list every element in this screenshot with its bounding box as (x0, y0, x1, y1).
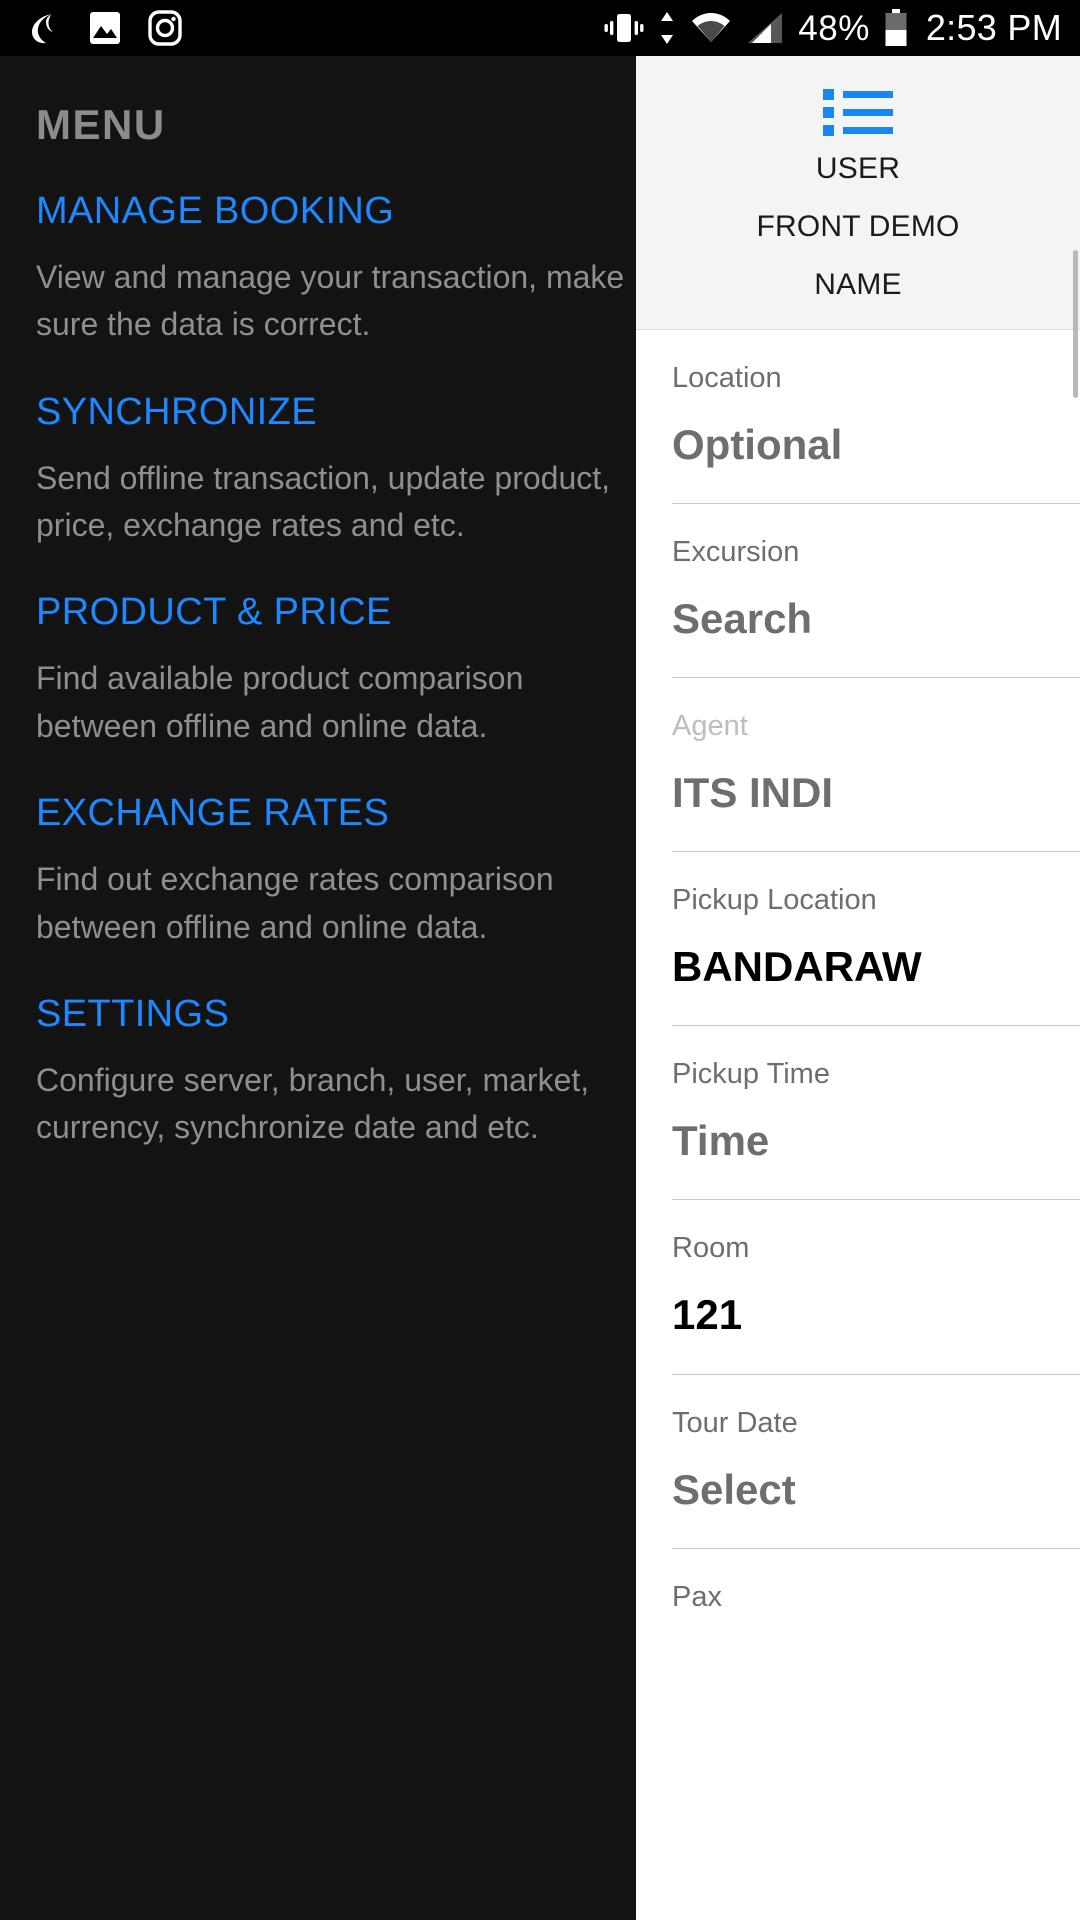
form-field-pickup-time[interactable]: Pickup Time Time (672, 1026, 1080, 1201)
field-label: Excursion (672, 536, 800, 569)
menu-item-synchronize[interactable]: SYNCHRONIZE Send offline transaction, up… (36, 393, 636, 550)
status-bar-clock: 2:53 PM (925, 7, 1062, 48)
menu-item-description: View and manage your transaction, make s… (36, 259, 625, 343)
menu-item-exchange-rates[interactable]: EXCHANGE RATES Find out exchange rates c… (36, 794, 636, 951)
booking-form-panel: USER FRONT DEMO NAME Location Optional E… (636, 56, 1080, 1920)
menu-item-description: Send offline transaction, update product… (36, 459, 611, 544)
drawer-menu-list: MANAGE BOOKING View and manage your tran… (0, 192, 636, 1152)
drawer-title: MENU (36, 101, 166, 148)
form-field-tour-date[interactable]: Tour Date Select (672, 1375, 1080, 1549)
form-field-excursion[interactable]: Excursion Search (672, 504, 1080, 679)
menu-item-label: SYNCHRONIZE (36, 390, 317, 433)
header-line-user: USER (815, 152, 901, 185)
field-value[interactable]: Select (672, 1467, 1080, 1512)
menu-item-label: EXCHANGE RATES (36, 792, 390, 835)
form-field-pickup-location[interactable]: Pickup Location BANDARAW (672, 852, 1080, 1027)
cellular-signal-icon (748, 13, 783, 43)
form-field-pax[interactable]: Pax (672, 1549, 1080, 1612)
field-value[interactable]: Time (672, 1119, 1080, 1163)
field-value[interactable]: Search (672, 596, 1080, 641)
menu-item-manage-booking[interactable]: MANAGE BOOKING View and manage your tran… (36, 192, 636, 349)
form-field-list: Location Optional Excursion Search Agent… (636, 330, 1080, 1612)
data-transfer-icon (661, 12, 674, 44)
battery-icon (885, 9, 907, 46)
header-line-front-demo: FRONT DEMO (756, 210, 960, 243)
menu-item-description: Find out exchange rates comparison betwe… (36, 861, 554, 945)
vertical-scrollbar[interactable] (1073, 250, 1078, 398)
field-label: Pickup Location (672, 884, 877, 917)
field-label: Pax (672, 1580, 722, 1613)
field-value[interactable]: Optional (672, 422, 1080, 467)
form-field-room[interactable]: Room 121 (672, 1200, 1080, 1375)
moon-crescent-icon (32, 14, 53, 44)
form-field-location[interactable]: Location Optional (672, 330, 1080, 505)
field-label: Location (672, 362, 782, 394)
battery-percent-label: 48% (798, 8, 870, 48)
form-field-agent[interactable]: Agent ITS INDI (672, 678, 1080, 853)
list-icon[interactable] (823, 89, 893, 136)
field-label: Pickup Time (672, 1058, 830, 1091)
status-bar: 48% 2:53 PM (0, 0, 1080, 56)
field-label: Tour Date (672, 1406, 798, 1439)
navigation-drawer: MENU MANAGE BOOKING View and manage your… (0, 56, 636, 1920)
panel-header: USER FRONT DEMO NAME (636, 56, 1080, 398)
field-value[interactable]: BANDARAW (672, 945, 1080, 989)
status-bar-notification-icons (26, 10, 182, 46)
menu-item-description: Find available product comparison betwee… (36, 660, 524, 744)
field-label: Agent (672, 710, 748, 743)
status-bar-system-icons: 48% 2:53 PM (604, 9, 1062, 47)
menu-item-product-and-price[interactable]: PRODUCT & PRICE Find available product c… (36, 593, 636, 750)
field-value[interactable]: ITS INDI (672, 771, 1080, 815)
field-value[interactable]: 121 (672, 1293, 1080, 1337)
menu-item-label: SETTINGS (36, 992, 230, 1035)
header-line-name: NAME (814, 268, 902, 301)
field-label: Room (672, 1232, 750, 1265)
vibrate-icon (604, 14, 644, 42)
wifi-icon (692, 13, 731, 42)
menu-item-settings[interactable]: SETTINGS Configure server, branch, user,… (36, 995, 636, 1152)
phone-screen: 48% 2:53 PM USER FRONT DEMO NAME Locatio… (0, 0, 1080, 1920)
menu-item-label: MANAGE BOOKING (36, 190, 395, 232)
instagram-camera-icon (148, 10, 182, 46)
menu-item-label: PRODUCT & PRICE (36, 591, 392, 634)
menu-item-description: Configure server, branch, user, market, … (36, 1061, 590, 1146)
gallery-image-icon (90, 12, 120, 44)
